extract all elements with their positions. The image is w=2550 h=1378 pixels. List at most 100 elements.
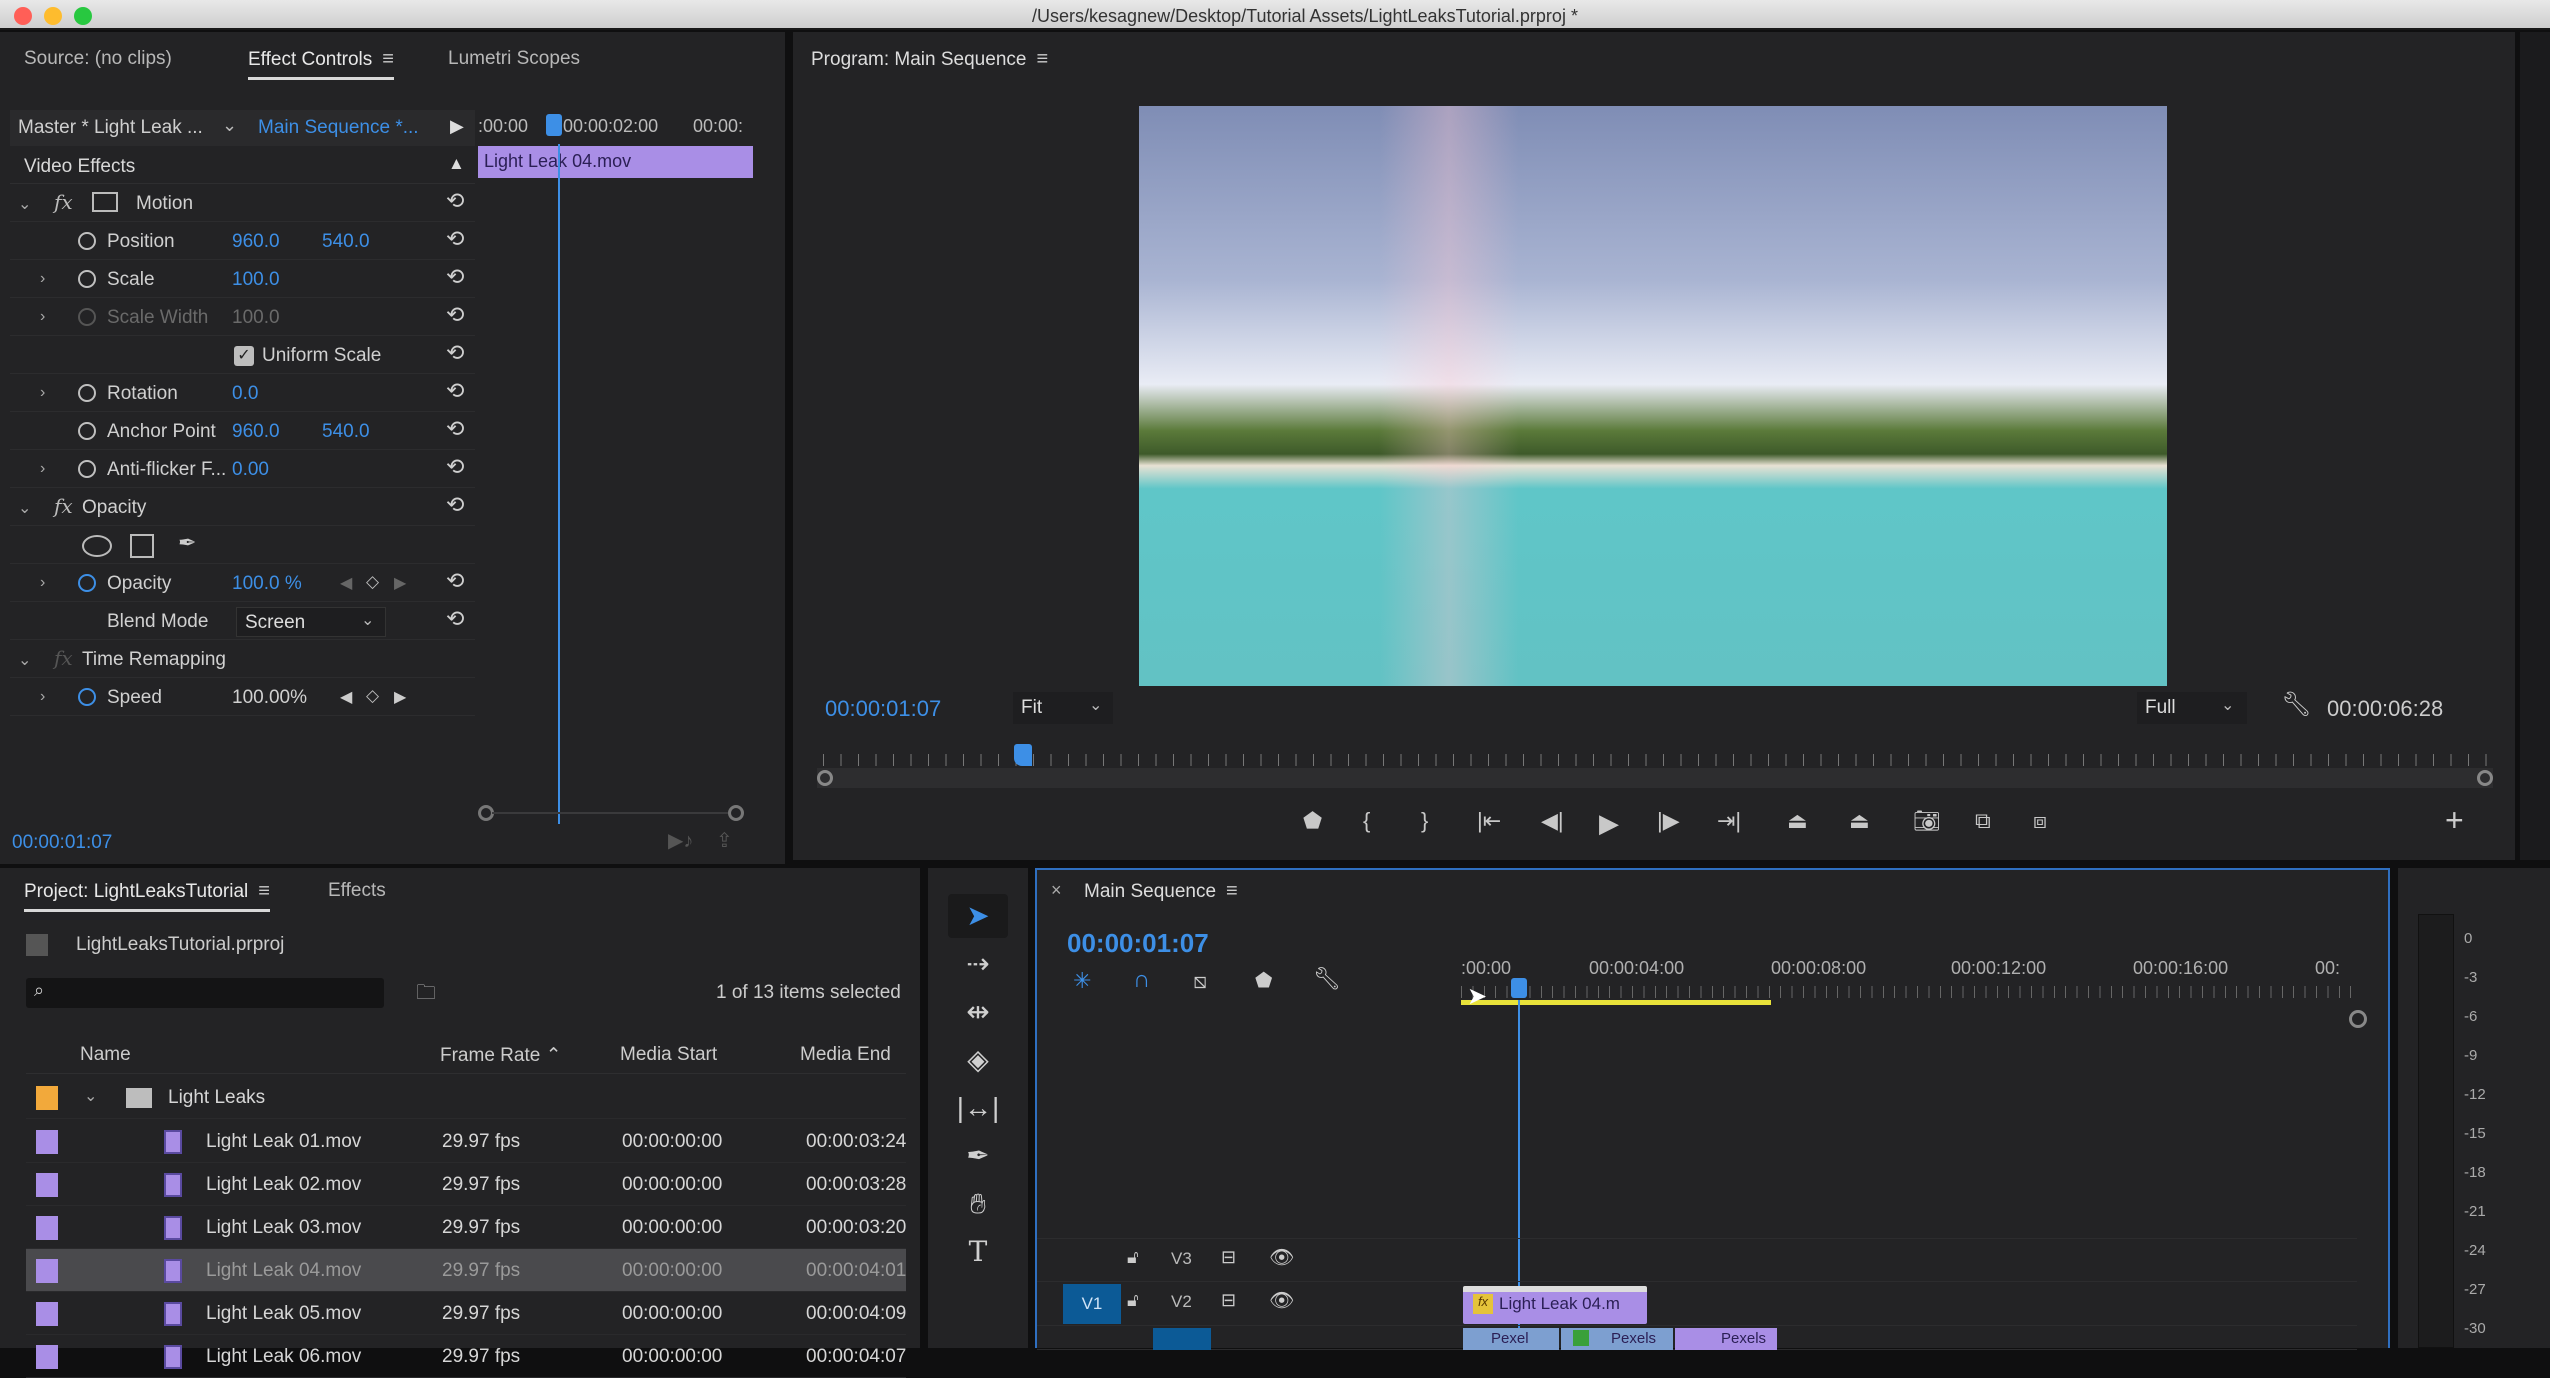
linked-selection-icon[interactable]: ⧅: [1193, 968, 1207, 994]
reset-icon[interactable]: ⟲: [446, 378, 464, 404]
tab-project[interactable]: Project: LightLeaksTutorial ≡: [24, 880, 270, 912]
reset-icon[interactable]: ⟲: [446, 606, 464, 632]
rotation-value[interactable]: 0.0: [232, 383, 258, 405]
overwrite-icon[interactable]: ⧈: [2033, 808, 2047, 834]
label-color-swatch[interactable]: [36, 1302, 58, 1326]
speed-value[interactable]: 100.00%: [232, 687, 307, 709]
project-item-row[interactable]: Light Leak 02.mov 29.97 fps 00:00:00:00 00:…: [26, 1163, 906, 1206]
find-folder-icon[interactable]: 🗀︎: [416, 978, 436, 1012]
scale-value[interactable]: 100.0: [232, 269, 280, 291]
extract-icon[interactable]: ⏏: [1849, 808, 1870, 834]
step-forward-icon[interactable]: |▶: [1657, 808, 1680, 834]
timeline-ruler[interactable]: :00:00 00:00:04:00 00:00:08:00 00:00:12:00 0…: [1461, 948, 2361, 1010]
program-timecode[interactable]: 00:00:01:07: [825, 696, 941, 722]
mini-timeline-ruler[interactable]: :00:00 00:00:02:00 00:00:: [478, 110, 753, 144]
stopwatch-icon[interactable]: [78, 270, 96, 288]
opacity-effect-row[interactable]: ⌄ fx Opacity ⟲: [10, 490, 475, 526]
zoom-handle-right[interactable]: [2477, 770, 2493, 786]
reset-icon[interactable]: ⟲: [446, 264, 464, 290]
label-color-swatch[interactable]: [36, 1216, 58, 1240]
add-marker-icon[interactable]: ⬟: [1255, 968, 1272, 993]
slip-tool-icon[interactable]: |↔|: [948, 1086, 1008, 1130]
close-icon[interactable]: ×: [1051, 880, 1062, 901]
timeline-clip[interactable]: fx Light Leak 04.m: [1463, 1286, 1647, 1324]
rectangle-mask-icon[interactable]: [130, 534, 154, 558]
project-item-row[interactable]: Light Leak 04.mov 29.97 fps 00:00:00:00 00:…: [26, 1249, 906, 1292]
lock-icon[interactable]: 🔓︎: [1127, 1290, 1139, 1311]
reset-icon[interactable]: ⟲: [446, 568, 464, 594]
fx-icon[interactable]: fx: [54, 190, 73, 214]
reset-icon[interactable]: ⟲: [446, 340, 464, 366]
sync-lock-icon[interactable]: ⊟: [1221, 1290, 1236, 1311]
minimize-window-button[interactable]: [44, 7, 62, 25]
mark-in-icon[interactable]: {: [1363, 808, 1370, 834]
vertical-zoom-handle[interactable]: [2349, 1010, 2367, 1028]
source-patch-v1[interactable]: V1: [1063, 1284, 1121, 1324]
reset-icon[interactable]: ⟲: [446, 416, 464, 442]
track-name[interactable]: V3: [1171, 1249, 1192, 1269]
next-keyframe-icon[interactable]: ▶: [394, 573, 406, 593]
project-item-row[interactable]: Light Leak 05.mov 29.97 fps 00:00:00:00 00:…: [26, 1292, 906, 1335]
nest-sequence-icon[interactable]: ✳: [1073, 968, 1091, 994]
reset-icon[interactable]: ⟲: [446, 454, 464, 480]
reset-icon[interactable]: ⟲: [446, 226, 464, 252]
stopwatch-icon[interactable]: [78, 384, 96, 402]
chevron-down-icon[interactable]: ⌄: [222, 115, 237, 136]
pen-mask-icon[interactable]: ✒: [178, 530, 196, 556]
project-item-row[interactable]: Light Leak 01.mov 29.97 fps 00:00:00:00 00:…: [26, 1120, 906, 1163]
export-icon[interactable]: ⇪: [716, 828, 733, 853]
lock-icon[interactable]: 🔓︎: [1127, 1247, 1139, 1268]
chevron-right-icon[interactable]: ›: [40, 460, 45, 478]
effect-controls-timecode[interactable]: 00:00:01:07: [12, 832, 112, 854]
export-frame-icon[interactable]: 📷︎: [1913, 808, 1941, 834]
time-remapping-row[interactable]: ⌄ fx Time Remapping: [10, 642, 475, 678]
folder-row[interactable]: ⌄ Light Leaks: [26, 1076, 906, 1119]
position-x-value[interactable]: 960.0: [232, 231, 280, 253]
step-back-icon[interactable]: ◀|: [1541, 808, 1564, 834]
add-marker-icon[interactable]: ⬟: [1303, 808, 1322, 834]
mark-out-icon[interactable]: }: [1421, 808, 1428, 834]
hand-tool-icon[interactable]: ✋︎: [948, 1182, 1008, 1226]
selection-tool-icon[interactable]: ➤: [948, 894, 1008, 938]
opacity-value[interactable]: 100.0 %: [232, 573, 302, 595]
anti-flicker-value[interactable]: 0.00: [232, 459, 269, 481]
master-clip-label[interactable]: Master * Light Leak ...: [18, 117, 203, 139]
mini-timeline-clip[interactable]: Light Leak 04.mov: [478, 146, 753, 178]
zoom-handle-right[interactable]: [728, 805, 744, 821]
uniform-scale-checkbox[interactable]: ✓: [234, 346, 254, 366]
label-color-swatch[interactable]: [36, 1259, 58, 1283]
chevron-right-icon[interactable]: ›: [40, 384, 45, 402]
project-item-row[interactable]: Light Leak 06.mov 29.97 fps 00:00:00:00 00:…: [26, 1335, 906, 1378]
chevron-down-icon[interactable]: ⌄: [18, 498, 31, 518]
stopwatch-icon[interactable]: [78, 688, 96, 706]
blend-mode-dropdown[interactable]: Screen ⌄: [236, 607, 386, 637]
insert-icon[interactable]: ⧉: [1975, 808, 1991, 834]
zoom-handle-left[interactable]: [817, 770, 833, 786]
track-name[interactable]: V2: [1171, 1292, 1192, 1312]
close-window-button[interactable]: [14, 7, 32, 25]
stopwatch-icon[interactable]: [78, 422, 96, 440]
work-area-bar[interactable]: [1461, 1000, 1771, 1005]
fx-icon[interactable]: fx: [54, 494, 73, 518]
chevron-down-icon[interactable]: ⌄: [18, 650, 31, 670]
column-frame-rate[interactable]: Frame Rate ⌃: [440, 1044, 562, 1067]
column-media-end[interactable]: Media End: [800, 1044, 891, 1066]
video-preview[interactable]: [1139, 106, 2167, 686]
stopwatch-icon[interactable]: [78, 460, 96, 478]
chevron-right-icon[interactable]: ›: [40, 574, 45, 592]
add-button[interactable]: +: [2445, 802, 2464, 839]
eye-icon[interactable]: 👁︎: [1269, 1288, 1294, 1313]
hamburger-icon[interactable]: ≡: [1036, 48, 1048, 70]
timeline-clip[interactable]: Pexels: [1561, 1328, 1673, 1350]
next-keyframe-icon[interactable]: ▶: [394, 687, 406, 707]
chevron-right-icon[interactable]: ›: [40, 308, 45, 326]
chevron-down-icon[interactable]: ⌄: [18, 194, 31, 214]
wrench-icon[interactable]: 🔧︎: [2281, 690, 2311, 719]
playhead-handle[interactable]: [1013, 744, 1032, 766]
chevron-right-icon[interactable]: ›: [40, 270, 45, 288]
program-scrub-bar[interactable]: [817, 740, 2493, 790]
timeline-clip[interactable]: Pexel: [1463, 1328, 1559, 1350]
label-color-swatch[interactable]: [36, 1130, 58, 1154]
filter-audio-icon[interactable]: ▶♪: [668, 828, 693, 853]
add-keyframe-icon[interactable]: ◇: [366, 572, 379, 592]
